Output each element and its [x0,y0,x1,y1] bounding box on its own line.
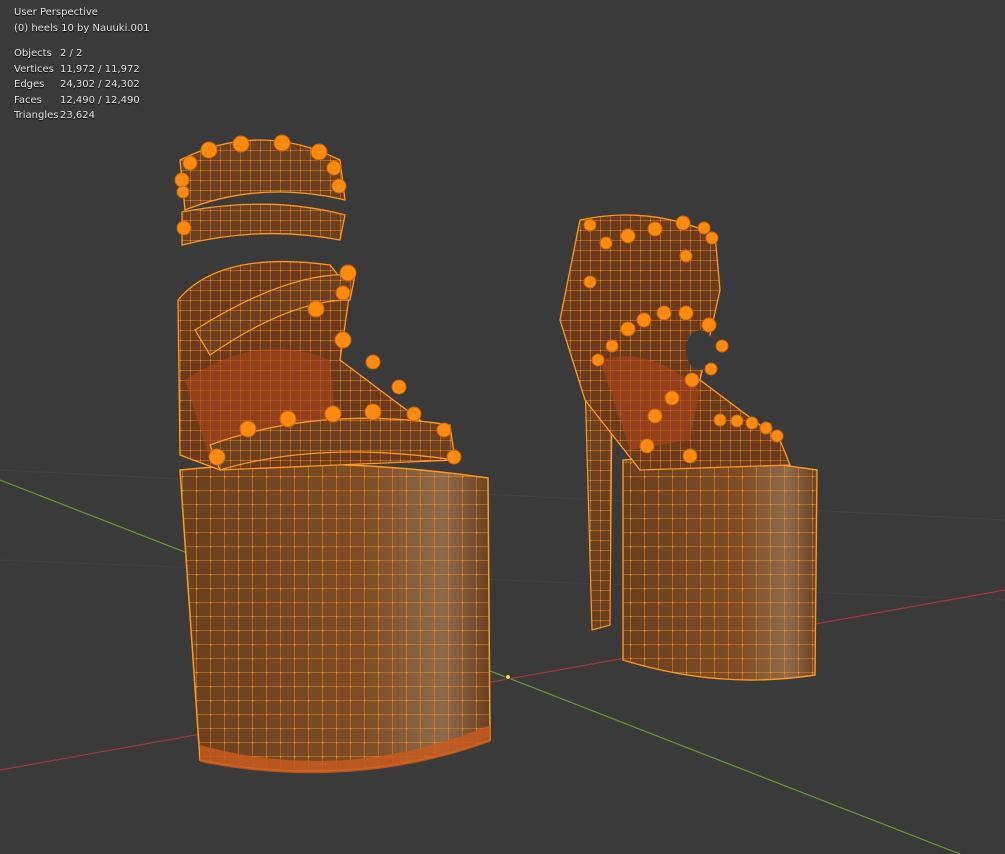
grid-floor [0,469,1005,601]
stat-faces: Faces 12,490 / 12,490 [14,93,150,109]
stat-label: Objects [14,48,52,59]
stat-value: 23,624 [60,110,95,121]
left-shoe-mesh[interactable] [174,134,491,774]
stat-label: Vertices [14,63,54,75]
stat-label: Faces [14,94,42,106]
viewport-canvas[interactable] [0,0,1005,854]
view-name: User Perspective [14,7,98,18]
3d-viewport[interactable]: User Perspective (0) heels 10 by Nauuki.… [0,0,1005,854]
stat-edges: Edges 24,302 / 24,302 [14,77,150,93]
stat-label: Edges [14,79,45,90]
stat-value: 12,490 / 12,490 [60,94,140,106]
right-shoe-mesh[interactable] [559,214,818,681]
origin-dot-icon[interactable] [505,674,511,680]
active-object-name: (0) heels 10 by Nauuki.001 [14,22,150,34]
x-axis-line [0,589,1005,771]
stat-label: Triangles [14,110,59,121]
stat-vertices: Vertices 11,972 / 11,972 [14,62,150,78]
stat-triangles: Triangles 23,624 [14,108,150,124]
stat-value: 2 / 2 [60,48,83,59]
viewport-text-overlay: User Perspective (0) heels 10 by Nauuki.… [14,5,150,124]
stat-value: 24,302 / 24,302 [60,79,140,90]
stat-objects: Objects 2 / 2 [14,46,150,62]
stat-value: 11,972 / 11,972 [60,63,140,75]
